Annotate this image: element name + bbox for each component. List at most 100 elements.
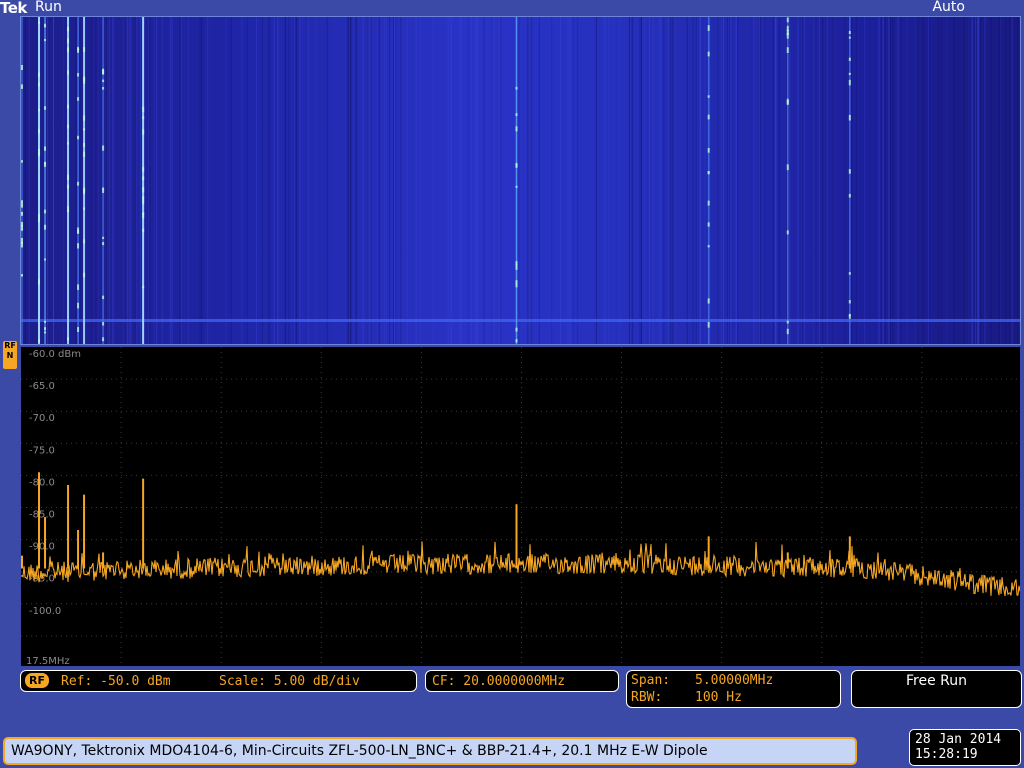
spectrogram-speck	[786, 320, 789, 324]
spectrogram-speck	[67, 27, 70, 32]
spectrogram-speck	[77, 97, 80, 101]
spectrogram-speck	[142, 106, 145, 113]
rbw-value: 100 Hz	[695, 690, 742, 705]
status-bar: Tek Run Auto	[0, 0, 1024, 17]
spectrogram-speck	[21, 160, 23, 163]
spectrogram-speck	[83, 272, 86, 278]
ref-level-text: Ref: -50.0 dBm	[61, 674, 171, 689]
spectrogram-speck	[102, 295, 105, 300]
spectrogram-speck	[515, 86, 518, 90]
spectrogram-speck	[848, 30, 851, 35]
spectrogram-speck	[142, 186, 145, 193]
spectrogram-speck	[38, 339, 41, 343]
spectrogram-speck	[83, 239, 86, 244]
spectrogram-speck	[786, 230, 789, 235]
span-label: Span:	[631, 673, 671, 688]
start-frequency-label: 17.5MHz	[26, 656, 70, 667]
spectrogram-speck	[44, 224, 47, 230]
spectrogram-speck	[142, 212, 145, 219]
spectrogram-speck	[67, 104, 70, 109]
spectrogram-speck	[142, 198, 145, 204]
spectrogram-speck	[44, 258, 47, 261]
spectrogram-speck	[21, 204, 23, 208]
spectrogram-speck	[848, 114, 851, 121]
spectrogram-speck	[44, 106, 47, 110]
spectrogram-speck	[786, 47, 789, 54]
spectrogram-speck	[67, 47, 70, 53]
spectrogram-speck	[515, 113, 518, 116]
date-time-display: 28 Jan 2014 15:28:19	[909, 729, 1021, 766]
spectrogram-speck	[83, 189, 86, 195]
spectrogram-speck	[44, 209, 47, 214]
spectrogram-speck	[707, 171, 710, 174]
y-tick-label: -65.0	[29, 381, 55, 392]
spectrogram-speck	[77, 243, 80, 249]
spectrogram-speck	[44, 23, 47, 28]
scale-text: Scale: 5.00 dB/div	[219, 674, 360, 689]
rf-marker-bottom: N	[6, 351, 14, 360]
spectrogram-speck	[515, 185, 518, 188]
spectrogram-speck	[44, 331, 47, 334]
date-text: 28 Jan 2014	[915, 732, 1002, 747]
y-tick-label: -100.0	[29, 606, 61, 617]
free-run-button[interactable]: Free Run	[851, 670, 1022, 708]
span-rbw-readout[interactable]: Span: 5.00000MHz RBW: 100 Hz	[626, 670, 841, 708]
spectrogram-speck	[848, 72, 851, 76]
spectrogram-speck	[77, 48, 80, 53]
spectrogram-speck	[142, 228, 145, 233]
spectrogram-speck	[707, 244, 710, 248]
rf-badge: RF	[25, 673, 49, 688]
span-value: 5.00000MHz	[695, 673, 774, 688]
spectrogram-speck	[83, 151, 86, 157]
spectrogram-speck	[67, 206, 70, 213]
spectrogram-speck	[21, 241, 23, 248]
rf-marker-top: RF	[4, 341, 16, 350]
spectrogram-speck	[707, 298, 710, 304]
spectrogram-speck	[707, 148, 710, 153]
spectrogram-speck	[848, 193, 851, 198]
spectrogram-speck	[21, 65, 23, 71]
spectrogram-speck	[77, 73, 80, 77]
spectrogram-speck	[707, 95, 710, 98]
spectrogram-display	[20, 16, 1021, 345]
spectrogram-speck	[515, 280, 518, 284]
spectrogram-speck	[83, 207, 86, 210]
spectrogram-speck	[142, 176, 145, 181]
spectrogram-background	[21, 17, 1020, 344]
spectrum-svg: -60.0 dBm -65.0 -70.0 -75.0 -80.0 -85.0 -90.0 -…	[21, 347, 1020, 667]
spectrogram-speck	[102, 337, 105, 342]
reference-level-readout[interactable]: RF Ref: -50.0 dBm Scale: 5.00 dB/div	[20, 670, 417, 692]
spectrogram-speck	[67, 142, 70, 145]
center-frequency-readout[interactable]: CF: 20.0000000MHz	[425, 670, 619, 692]
spectrogram-speck	[102, 188, 105, 193]
spectrogram-speck	[102, 79, 105, 83]
spectrogram-speck	[848, 313, 851, 317]
spectrogram-speck	[707, 25, 710, 31]
spectrogram-speck	[44, 327, 47, 331]
y-tick-label: -75.0	[29, 445, 55, 456]
spectrogram-speck	[38, 217, 41, 223]
spectrogram-speck	[848, 36, 851, 39]
trigger-mode: Auto	[932, 0, 965, 15]
rf-reference-marker[interactable]: RF N	[3, 341, 17, 369]
free-run-label: Free Run	[905, 673, 967, 689]
spectrogram-speck	[786, 25, 789, 32]
spectrogram-speck	[707, 200, 710, 206]
spectrogram-speck	[77, 327, 80, 332]
spectrogram-speck	[707, 322, 710, 328]
spectrogram-speck	[44, 38, 47, 42]
spectrogram-speck	[515, 339, 518, 343]
spectrogram-speck	[707, 222, 710, 227]
spectrogram-speck	[848, 79, 851, 86]
y-tick-label: -80.0	[29, 477, 55, 488]
spectrogram-speck	[515, 163, 518, 167]
spectrogram-speck	[142, 116, 145, 119]
spectrogram-speck	[515, 264, 518, 270]
rbw-label: RBW:	[631, 690, 663, 705]
screen-annotation: WA9ONY, Tektronix MDO4104-6, Min-Circuit…	[3, 737, 857, 765]
spectrogram-speck	[21, 224, 23, 230]
spectrogram-speck	[848, 300, 851, 304]
time-text: 15:28:19	[915, 747, 978, 762]
spectrogram-speck	[102, 69, 105, 75]
spectrogram-speck	[67, 337, 70, 341]
